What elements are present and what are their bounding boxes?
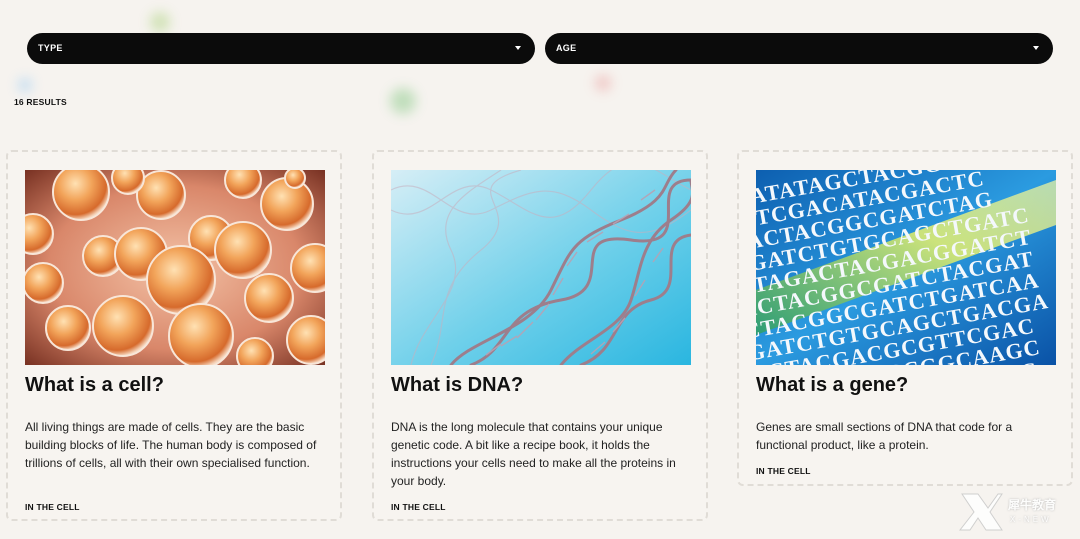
background-decoration (595, 75, 611, 91)
results-count: 16 RESULTS (14, 97, 67, 107)
card-description: All living things are made of cells. The… (25, 420, 317, 470)
card-tag[interactable]: IN THE CELL (391, 502, 446, 512)
article-card-dna[interactable]: What is DNA? DNA is the long molecule th… (372, 150, 708, 521)
logo-subtext: X-NEW (1010, 515, 1052, 524)
card-title[interactable]: What is a gene? (756, 374, 908, 397)
gene-image: ATATATAGCTACGGCAATTCGACATACGACTCGACTACGG… (756, 170, 1056, 365)
age-filter-label: AGE (556, 43, 577, 53)
age-filter-dropdown[interactable]: AGE (545, 33, 1053, 64)
dna-image (391, 170, 691, 365)
card-tag[interactable]: IN THE CELL (756, 466, 811, 476)
card-title[interactable]: What is a cell? (25, 374, 164, 397)
cell-image (25, 170, 325, 365)
type-filter-dropdown[interactable]: TYPE (27, 33, 535, 64)
logo-mark-icon (958, 493, 1003, 531)
card-description: Genes are small sections of DNA that cod… (756, 420, 1013, 452)
chevron-down-icon (1033, 46, 1039, 50)
logo-text: 犀牛教育 (1008, 498, 1057, 512)
article-card-gene[interactable]: ATATATAGCTACGGCAATTCGACATACGACTCGACTACGG… (737, 150, 1073, 486)
background-decoration (390, 88, 416, 114)
background-decoration (18, 78, 32, 92)
card-title[interactable]: What is DNA? (391, 374, 523, 397)
card-tag[interactable]: IN THE CELL (25, 502, 80, 512)
article-card-cell[interactable]: What is a cell? All living things are ma… (6, 150, 342, 521)
chevron-down-icon (515, 46, 521, 50)
watermark-logo: 犀牛教育 X-NEW (958, 490, 1078, 534)
type-filter-label: TYPE (38, 43, 63, 53)
card-description: DNA is the long molecule that contains y… (391, 420, 676, 488)
background-decoration (150, 12, 170, 32)
